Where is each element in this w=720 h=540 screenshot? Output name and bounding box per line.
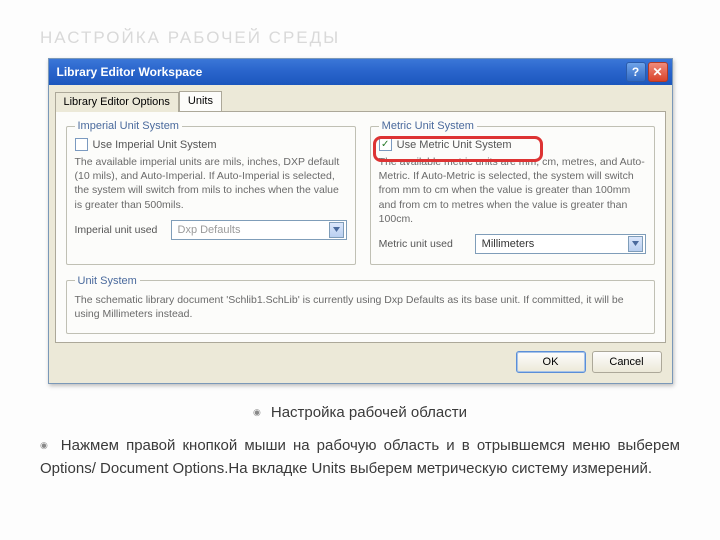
button-row: OK Cancel: [49, 347, 672, 383]
imperial-checkbox[interactable]: Use Imperial Unit System: [75, 138, 347, 151]
imperial-checkbox-label: Use Imperial Unit System: [93, 139, 217, 151]
group-imperial: Imperial Unit System Use Imperial Unit S…: [66, 120, 356, 265]
imperial-unit-value: Dxp Defaults: [178, 224, 241, 236]
unit-system-legend: Unit System: [75, 275, 140, 287]
group-unit-system: Unit System The schematic library docume…: [66, 275, 655, 334]
metric-field-label: Metric unit used: [379, 238, 467, 250]
imperial-field-label: Imperial unit used: [75, 224, 163, 236]
imperial-legend: Imperial Unit System: [75, 120, 182, 132]
metric-checkbox[interactable]: ✓ Use Metric Unit System: [379, 138, 646, 151]
chevron-down-icon: [628, 236, 643, 252]
tab-units[interactable]: Units: [179, 91, 222, 111]
figure-caption: Настройка рабочей области: [40, 404, 680, 421]
group-metric: Metric Unit System ✓ Use Metric Unit Sys…: [370, 120, 655, 265]
help-button[interactable]: ?: [626, 62, 646, 82]
unit-system-text: The schematic library document 'Schlib1.…: [75, 293, 646, 321]
dialog-window: Library Editor Workspace ? ✕ Library Edi…: [48, 58, 673, 384]
window-title: Library Editor Workspace: [57, 65, 624, 79]
body-paragraph: Нажмем правой кнопкой мыши на рабочую об…: [40, 435, 680, 480]
tab-panel: Imperial Unit System Use Imperial Unit S…: [55, 111, 666, 343]
chevron-down-icon: [329, 222, 344, 238]
metric-checkbox-label: Use Metric Unit System: [397, 139, 512, 151]
ok-button[interactable]: OK: [516, 351, 586, 373]
metric-description: The available metric units are mm, cm, m…: [379, 155, 646, 226]
tabstrip: Library Editor Options Units: [49, 85, 672, 111]
metric-unit-combo[interactable]: Millimeters: [475, 234, 646, 254]
close-button[interactable]: ✕: [648, 62, 668, 82]
imperial-description: The available imperial units are mils, i…: [75, 155, 347, 212]
checkbox-box: [75, 138, 88, 151]
page-heading: НАСТРОЙКА РАБОЧЕЙ СРЕДЫ: [40, 28, 680, 48]
metric-unit-value: Millimeters: [482, 238, 535, 250]
checkbox-box-checked: ✓: [379, 138, 392, 151]
imperial-unit-combo[interactable]: Dxp Defaults: [171, 220, 347, 240]
cancel-button[interactable]: Cancel: [592, 351, 662, 373]
tab-library-editor-options[interactable]: Library Editor Options: [55, 92, 179, 112]
metric-legend: Metric Unit System: [379, 120, 477, 132]
titlebar[interactable]: Library Editor Workspace ? ✕: [49, 59, 672, 85]
